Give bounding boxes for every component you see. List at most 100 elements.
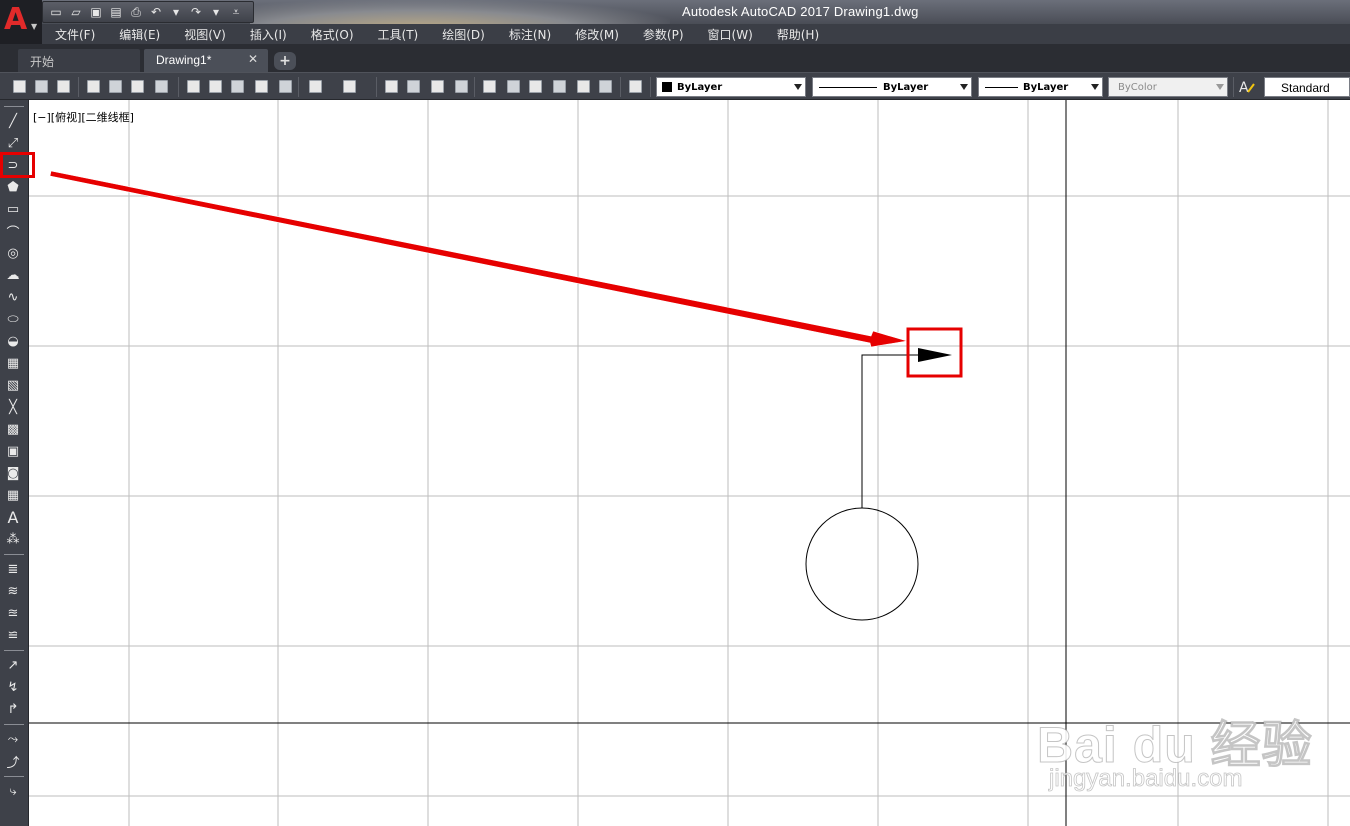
tool-palettes-icon[interactable] — [526, 78, 544, 95]
application-menu-button[interactable]: A ▼ — [0, 0, 42, 44]
layer-tool-icon[interactable]: ≣ — [4, 560, 22, 578]
layer-previous-tool-icon[interactable]: ≊ — [4, 604, 22, 622]
block-editor-icon[interactable] — [276, 78, 294, 95]
menu-insert[interactable]: 插入(I) — [250, 26, 287, 43]
redo-dropdown-icon[interactable]: ▾ — [207, 4, 225, 20]
ellipse-tool-icon[interactable]: ⬭ — [4, 310, 22, 328]
line-tool-icon[interactable]: ╱ — [4, 112, 22, 130]
drawn-circle[interactable] — [805, 507, 919, 621]
circle-tool-icon[interactable]: ◎ — [4, 244, 22, 262]
calculator-icon[interactable] — [596, 78, 614, 95]
edit-spline-tool-icon[interactable]: ↯ — [4, 678, 22, 696]
drawing-canvas[interactable]: [−][俯视][二维线框] Bai du 经验 jingyan.baidu.co… — [29, 100, 1350, 826]
standard-toolbar: ByLayer ByLayer ByLayer ByColor A Standa… — [0, 72, 1350, 100]
linetype-control-dropdown[interactable]: ByLayer — [812, 77, 972, 97]
save-icon[interactable]: ▣ — [87, 4, 105, 20]
lineweight-sample — [985, 87, 1018, 88]
menu-file[interactable]: 文件(F) — [55, 26, 95, 43]
multiline-text-tool-icon[interactable]: A — [4, 508, 22, 527]
open-icon[interactable] — [32, 78, 50, 95]
lineweight-control-dropdown[interactable]: ByLayer — [978, 77, 1103, 97]
menu-window[interactable]: 窗口(W) — [708, 26, 753, 43]
open-folder-icon[interactable]: ▱ — [67, 4, 85, 20]
title-bar: ▭ ▱ ▣ ▤ ⎙ ↶ ▾ ↷ ▾ ⩡ Autodesk AutoCAD 201… — [0, 0, 1350, 24]
new-icon[interactable] — [10, 78, 28, 95]
edit-text-tool-icon[interactable]: ⤷ — [4, 782, 22, 800]
menu-dimension[interactable]: 标注(N) — [509, 26, 551, 43]
new-file-icon[interactable]: ▭ — [47, 4, 65, 20]
edit-hatch-tool-icon[interactable]: ↱ — [4, 700, 22, 718]
chevron-down-icon — [1216, 84, 1224, 90]
viewport-controls-label[interactable]: [−][俯视][二维线框] — [33, 109, 134, 125]
menu-draw[interactable]: 绘图(D) — [442, 26, 485, 43]
plot-icon[interactable] — [84, 78, 102, 95]
redo-icon[interactable]: ↷ — [187, 4, 205, 20]
drawn-polyline[interactable] — [861, 354, 918, 508]
zoom-previous-icon[interactable] — [452, 78, 470, 95]
undo-icon[interactable] — [306, 78, 324, 95]
new-tab-button[interactable]: + — [274, 52, 296, 70]
layer-states-tool-icon[interactable]: ≋ — [4, 582, 22, 600]
menu-modify[interactable]: 修改(M) — [575, 26, 619, 43]
help-icon[interactable] — [626, 78, 644, 95]
edit-block-tool-icon[interactable]: ⤳ — [4, 730, 22, 748]
redo-icon[interactable] — [340, 78, 358, 95]
save-icon[interactable] — [54, 78, 72, 95]
menu-help[interactable]: 帮助(H) — [777, 26, 819, 43]
pan-icon[interactable] — [382, 78, 400, 95]
tab-drawing1[interactable]: Drawing1* ✕ — [144, 49, 268, 72]
tab-start-label: 开始 — [30, 55, 55, 69]
print-icon[interactable]: ⎙ — [127, 4, 145, 20]
arc-tool-icon[interactable]: ⌒ — [4, 222, 22, 241]
tab-start[interactable]: 开始 — [18, 49, 140, 72]
undo-icon[interactable]: ↶ — [147, 4, 165, 20]
plot-preview-icon[interactable] — [106, 78, 124, 95]
menu-view[interactable]: 视图(V) — [184, 26, 226, 43]
menu-tools[interactable]: 工具(T) — [378, 26, 419, 43]
revision-cloud-tool-icon[interactable]: ☁ — [4, 266, 22, 284]
draw-toolbar: ╱ ⤢ ⊃ ⬟ ▭ ⌒ ◎ ☁ ∿ ⬭ ◒ ▦ ▧ ╳ ▩ ▣ ◙ ▦ A ⁂ … — [0, 100, 29, 826]
paste-icon[interactable] — [228, 78, 246, 95]
zoom-window-icon[interactable] — [428, 78, 446, 95]
construction-line-tool-icon[interactable]: ⤢ — [4, 134, 22, 152]
make-block-tool-icon[interactable]: ▧ — [4, 376, 22, 394]
publish-icon[interactable] — [128, 78, 146, 95]
rectangle-tool-icon[interactable]: ▭ — [4, 200, 22, 218]
region-tool-icon[interactable]: ◙ — [4, 464, 22, 482]
menu-parametric[interactable]: 参数(P) — [643, 26, 684, 43]
sheet-set-icon[interactable] — [550, 78, 568, 95]
design-center-icon[interactable] — [504, 78, 522, 95]
polyline-arrowhead[interactable] — [918, 348, 952, 362]
gradient-tool-icon[interactable]: ▣ — [4, 442, 22, 460]
copy-icon[interactable] — [206, 78, 224, 95]
point-tool-icon[interactable]: ╳ — [4, 398, 22, 416]
polygon-tool-icon[interactable]: ⬟ — [4, 178, 22, 196]
customize-qat-icon[interactable]: ⩡ — [227, 4, 245, 20]
3d-print-icon[interactable] — [152, 78, 170, 95]
color-control-dropdown[interactable]: ByLayer — [656, 77, 806, 97]
ellipse-arc-tool-icon[interactable]: ◒ — [4, 332, 22, 350]
zoom-realtime-icon[interactable] — [404, 78, 422, 95]
properties-icon[interactable] — [480, 78, 498, 95]
edit-attribute-tool-icon[interactable]: ⤴ — [4, 752, 22, 771]
plotstyle-control-dropdown: ByColor — [1108, 77, 1228, 97]
markup-set-icon[interactable] — [574, 78, 592, 95]
layer-isolate-tool-icon[interactable]: ≌ — [4, 626, 22, 644]
spline-tool-icon[interactable]: ∿ — [4, 288, 22, 306]
insert-block-tool-icon[interactable]: ▦ — [4, 354, 22, 372]
save-as-icon[interactable]: ▤ — [107, 4, 125, 20]
undo-dropdown-icon[interactable]: ▾ — [167, 4, 185, 20]
text-style-icon[interactable]: A — [1238, 78, 1256, 95]
menu-edit[interactable]: 编辑(E) — [119, 26, 160, 43]
menu-bar: 文件(F) 编辑(E) 视图(V) 插入(I) 格式(O) 工具(T) 绘图(D… — [42, 24, 1350, 44]
add-selected-tool-icon[interactable]: ⁂ — [4, 530, 22, 548]
close-tab-icon[interactable]: ✕ — [248, 52, 258, 66]
match-properties-icon[interactable] — [252, 78, 270, 95]
cut-icon[interactable] — [184, 78, 202, 95]
hatch-tool-icon[interactable]: ▩ — [4, 420, 22, 438]
text-style-dropdown[interactable]: Standard — [1264, 77, 1350, 97]
edit-polyline-tool-icon[interactable]: ↗ — [4, 656, 22, 674]
table-tool-icon[interactable]: ▦ — [4, 486, 22, 504]
chevron-down-icon — [1091, 84, 1099, 90]
menu-format[interactable]: 格式(O) — [311, 26, 354, 43]
